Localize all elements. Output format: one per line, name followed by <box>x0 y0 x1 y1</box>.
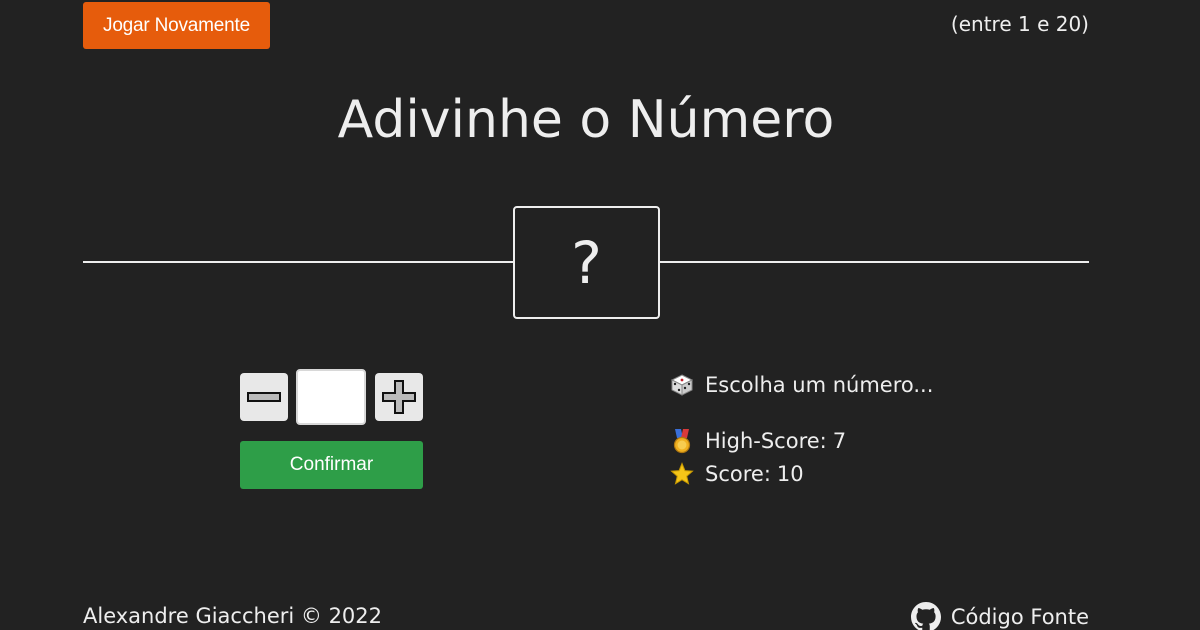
status-message: Escolha um número... <box>705 373 934 397</box>
source-code-link[interactable]: Código Fonte <box>910 602 1089 630</box>
score-row: Score: 10 <box>669 461 804 487</box>
confirm-button[interactable]: Confirmar <box>240 441 423 489</box>
range-hint: (entre 1 e 20) <box>950 12 1089 36</box>
decrement-button[interactable] <box>240 373 288 421</box>
status-message-row: Escolha um número... <box>669 372 933 398</box>
high-score-label: High-Score: <box>705 429 827 453</box>
play-again-button[interactable]: Jogar Novamente <box>83 2 270 49</box>
footer-author: Alexandre Giaccheri © 2022 <box>83 604 383 628</box>
source-code-label: Código Fonte <box>950 605 1089 629</box>
secret-number: ? <box>571 228 602 297</box>
game-page: Jogar Novamente (entre 1 e 20) Adivinhe … <box>0 0 1200 630</box>
dice-icon <box>669 372 695 398</box>
minus-icon <box>247 392 281 402</box>
star-icon <box>669 461 695 487</box>
score-value: 10 <box>776 462 804 486</box>
increment-button[interactable] <box>375 373 423 421</box>
high-score-value: 7 <box>832 429 847 453</box>
medal-icon <box>669 428 695 454</box>
page-title: Adivinhe o Número <box>337 90 835 150</box>
high-score-row: High-Score: 7 <box>669 428 846 454</box>
secret-number-box: ? <box>513 206 660 319</box>
guess-input[interactable] <box>296 369 366 425</box>
plus-icon <box>382 380 416 414</box>
github-icon <box>910 602 941 630</box>
score-label: Score: <box>705 462 771 486</box>
